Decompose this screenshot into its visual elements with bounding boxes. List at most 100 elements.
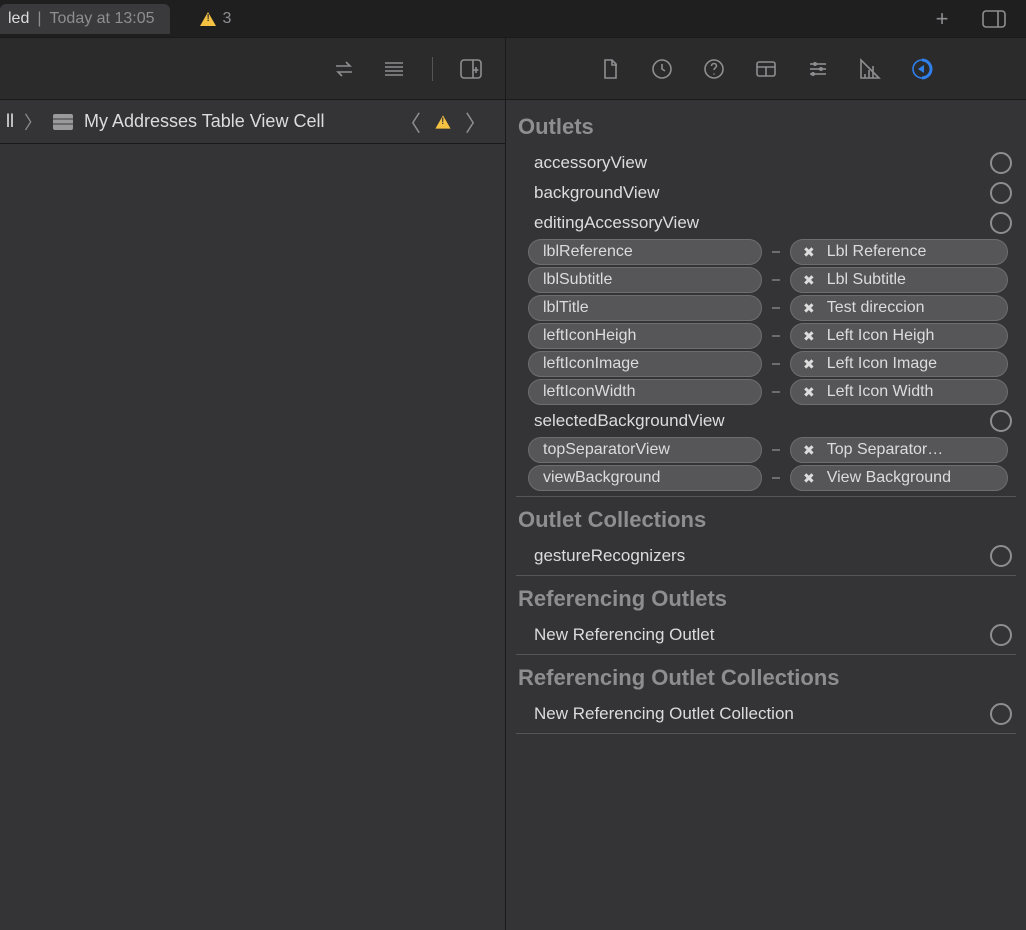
outlet-name: accessoryView: [514, 153, 980, 173]
inspector-pane: Outlets accessoryView backgroundView edi…: [506, 38, 1026, 930]
tab-timestamp: Today at 13:05: [50, 10, 155, 28]
outlet-name-pill: leftIconImage: [528, 351, 762, 377]
breadcrumb-prev-fragment: ll: [6, 111, 14, 132]
connection-link: [772, 449, 780, 451]
table-cell-icon: [52, 113, 74, 131]
new-tab-button[interactable]: +: [922, 6, 962, 32]
connection-link: [772, 307, 780, 309]
section-divider: [516, 654, 1016, 655]
outlet-connected-row: topSeparatorView ✖Top Separator…: [514, 436, 1018, 464]
outlet-connected-row: lblReference ✖Lbl Reference: [514, 238, 1018, 266]
section-divider: [516, 496, 1016, 497]
outlet-connected-row: leftIconImage ✖Left Icon Image: [514, 350, 1018, 378]
connection-pill: ✖View Background: [790, 465, 1008, 491]
section-divider: [516, 733, 1016, 734]
history-back-button[interactable]: 〈: [395, 106, 425, 138]
disconnect-button[interactable]: ✖: [801, 329, 817, 343]
connection-pill: ✖Left Icon Heigh: [790, 323, 1008, 349]
lines-icon[interactable]: [382, 57, 406, 81]
editor-pane: ll 〉 My Addresses Table View Cell 〈 〉: [0, 38, 506, 930]
identity-inspector-icon[interactable]: [754, 57, 778, 81]
connection-link: [772, 279, 780, 281]
size-inspector-icon[interactable]: [858, 57, 882, 81]
referencing-outlet-name: New Referencing Outlet: [514, 625, 980, 645]
outlet-collection-name: gestureRecognizers: [514, 546, 980, 566]
outlet-connected-row: lblTitle ✖Test direccion: [514, 294, 1018, 322]
connection-pill: ✖Lbl Subtitle: [790, 267, 1008, 293]
inspector-toolbar: [506, 38, 1026, 100]
disconnect-button[interactable]: ✖: [801, 273, 817, 287]
connections-inspector: Outlets accessoryView backgroundView edi…: [506, 100, 1026, 734]
breadcrumb-bar: ll 〉 My Addresses Table View Cell 〈 〉: [0, 100, 505, 144]
outlet-row: selectedBackgroundView: [514, 406, 1018, 436]
toolbar-separator: [432, 57, 433, 81]
outlet-name-pill: leftIconWidth: [528, 379, 762, 405]
connections-inspector-icon[interactable]: [910, 57, 934, 81]
outlet-name: backgroundView: [514, 183, 980, 203]
outlet-name-pill: viewBackground: [528, 465, 762, 491]
add-panel-icon[interactable]: [459, 57, 483, 81]
toggle-right-panel-icon[interactable]: [982, 7, 1006, 31]
disconnect-button[interactable]: ✖: [801, 471, 817, 485]
outlet-collection-row: gestureRecognizers: [514, 541, 1018, 571]
connection-pill: ✖Test direccion: [790, 295, 1008, 321]
disconnect-button[interactable]: ✖: [801, 443, 817, 457]
connection-port[interactable]: [990, 212, 1012, 234]
warning-icon[interactable]: [435, 115, 450, 128]
outlet-name-pill: leftIconHeigh: [528, 323, 762, 349]
history-inspector-icon[interactable]: [650, 57, 674, 81]
outlet-name-pill: lblSubtitle: [528, 267, 762, 293]
connection-port[interactable]: [990, 410, 1012, 432]
connection-port[interactable]: [990, 624, 1012, 646]
connection-link: [772, 363, 780, 365]
outlet-row: backgroundView: [514, 178, 1018, 208]
outlet-name-pill: lblReference: [528, 239, 762, 265]
warning-icon: [200, 12, 216, 26]
tab-name-fragment: led: [8, 10, 29, 28]
referencing-outlet-collection-name: New Referencing Outlet Collection: [514, 704, 980, 724]
connection-link: [772, 477, 780, 479]
active-tab[interactable]: led | Today at 13:05: [0, 4, 170, 34]
editor-canvas[interactable]: [0, 144, 505, 930]
connection-port[interactable]: [990, 182, 1012, 204]
disconnect-button[interactable]: ✖: [801, 245, 817, 259]
warnings-badge[interactable]: 3: [200, 10, 231, 28]
connection-port[interactable]: [990, 703, 1012, 725]
referencing-outlet-row: New Referencing Outlet: [514, 620, 1018, 650]
section-referencing-outlets: Referencing Outlets: [518, 586, 1018, 612]
outlet-name-pill: lblTitle: [528, 295, 762, 321]
tab-separator: |: [37, 10, 41, 28]
editor-toolbar: [0, 38, 505, 100]
outlet-name-pill: topSeparatorView: [528, 437, 762, 463]
connection-pill: ✖Top Separator…: [790, 437, 1008, 463]
disconnect-button[interactable]: ✖: [801, 357, 817, 371]
connection-port[interactable]: [990, 152, 1012, 174]
disconnect-button[interactable]: ✖: [801, 385, 817, 399]
disconnect-button[interactable]: ✖: [801, 301, 817, 315]
connection-link: [772, 251, 780, 253]
swap-arrows-icon[interactable]: [332, 57, 356, 81]
connection-pill: ✖Left Icon Image: [790, 351, 1008, 377]
connection-pill: ✖Lbl Reference: [790, 239, 1008, 265]
chevron-right-icon: 〉: [24, 109, 42, 135]
breadcrumb-item[interactable]: My Addresses Table View Cell: [84, 111, 324, 132]
outlet-name: editingAccessoryView: [514, 213, 980, 233]
connection-link: [772, 335, 780, 337]
outlet-connected-row: viewBackground ✖View Background: [514, 464, 1018, 492]
history-forward-button[interactable]: 〉: [461, 106, 491, 138]
section-divider: [516, 575, 1016, 576]
help-inspector-icon[interactable]: [702, 57, 726, 81]
outlet-connected-row: leftIconWidth ✖Left Icon Width: [514, 378, 1018, 406]
connection-pill: ✖Left Icon Width: [790, 379, 1008, 405]
attributes-inspector-icon[interactable]: [806, 57, 830, 81]
file-inspector-icon[interactable]: [598, 57, 622, 81]
section-outlets: Outlets: [518, 114, 1018, 140]
connection-port[interactable]: [990, 545, 1012, 567]
outlet-connected-row: lblSubtitle ✖Lbl Subtitle: [514, 266, 1018, 294]
outlet-connected-row: leftIconHeigh ✖Left Icon Heigh: [514, 322, 1018, 350]
outlet-row: accessoryView: [514, 148, 1018, 178]
outlet-row: editingAccessoryView: [514, 208, 1018, 238]
section-outlet-collections: Outlet Collections: [518, 507, 1018, 533]
outlet-name: selectedBackgroundView: [514, 411, 980, 431]
section-referencing-outlet-collections: Referencing Outlet Collections: [518, 665, 1018, 691]
